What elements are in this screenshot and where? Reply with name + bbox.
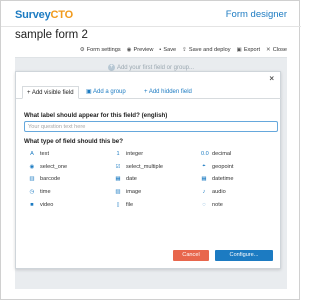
field-type-label: file [126, 201, 134, 208]
field-type-select-one[interactable]: ◉ select_one [24, 161, 110, 174]
field-type-label: audio [212, 189, 226, 196]
date-icon: ▦ [115, 176, 121, 183]
upload-icon: ⇪ [182, 47, 187, 53]
form-settings-button[interactable]: ⚙ Form settings [80, 45, 121, 55]
toolbar-label: Preview [133, 47, 154, 53]
field-type-label: time [40, 189, 51, 196]
question-label: What label should appear for this field?… [24, 112, 168, 119]
tab-add-group[interactable]: ▣ Add a group [82, 86, 130, 99]
integer-icon: 1 [116, 151, 120, 158]
field-type-label: date [126, 176, 137, 183]
field-type-label: video [40, 201, 54, 208]
audio-icon: ♪ [202, 189, 206, 196]
field-type-integer[interactable]: 1 integer [110, 148, 196, 161]
preview-button[interactable]: ◉ Preview [127, 45, 154, 55]
save-button[interactable]: ▪ Save [159, 45, 176, 55]
save-and-deploy-button[interactable]: ⇪ Save and deploy [182, 45, 230, 55]
field-type-label: select_one [40, 163, 68, 170]
toolbar-label: Save and deploy [188, 47, 231, 53]
question-text-input[interactable] [24, 121, 278, 132]
text-icon: A [30, 151, 34, 158]
decimal-icon: 0.0 [201, 151, 209, 158]
field-type-datetime[interactable]: ▦ datetime [196, 173, 274, 186]
field-type-label: geopoint [212, 163, 234, 170]
app-window: SurveyCTO Form designer sample form 2 ⚙ F… [0, 0, 301, 300]
time-icon: ◷ [29, 189, 35, 196]
datetime-icon: ▦ [201, 176, 207, 183]
field-type-label: note [212, 201, 223, 208]
close-button[interactable]: ✕ Close [266, 45, 287, 55]
toolbar-label: Close [272, 47, 287, 53]
field-type-label: decimal [212, 151, 232, 158]
field-type-label: image [126, 189, 142, 196]
close-icon: ✕ [266, 47, 271, 53]
form-name: sample form 2 [15, 29, 88, 41]
toolbar-label: Save [163, 47, 177, 53]
toolbar-label: Export [243, 47, 260, 53]
configure-button[interactable]: Configure... [215, 250, 273, 261]
field-type-audio[interactable]: ♪ audio [196, 186, 274, 199]
tab-add-hidden-field[interactable]: + Add hidden field [140, 86, 196, 99]
field-type-label: barcode [40, 176, 61, 183]
barcode-icon: ▥ [29, 176, 35, 183]
field-type-note[interactable]: ◌ note [196, 198, 274, 211]
eye-icon: ◉ [126, 47, 132, 53]
field-type-text[interactable]: Atext [24, 148, 110, 161]
close-icon[interactable]: × [269, 74, 274, 83]
field-type-file[interactable]: ▯ file [110, 198, 196, 211]
export-button[interactable]: ▣ Export [237, 45, 260, 55]
note-icon: ◌ [202, 201, 206, 208]
field-type-barcode[interactable]: ▥ barcode [24, 173, 110, 186]
field-type-label: integer [126, 151, 144, 158]
tab-bar: + Add visible field ▣ Add a group + Add … [16, 86, 282, 99]
file-icon: ▯ [116, 201, 120, 208]
field-type-image[interactable]: ▨ image [110, 186, 196, 199]
field-type-select-multiple[interactable]: ☑ select_multiple [110, 161, 196, 174]
select-multiple-icon: ☑ [115, 163, 121, 170]
app-title: Form designer [225, 9, 287, 20]
gear-icon: ⚙ [79, 47, 85, 53]
select-one-icon: ◉ [29, 163, 35, 170]
geopoint-icon: ⌖ [202, 163, 206, 170]
field-type-decimal[interactable]: 0.0 decimal [196, 148, 274, 161]
field-type-video[interactable]: ■ video [24, 198, 110, 211]
save-icon: ▪ [159, 47, 162, 53]
add-field-dialog: × + Add visible field ▣ Add a group + Ad… [15, 71, 282, 269]
field-type-grid: Atext 1 integer 0.0 decimal ◉ select_one ☑ selec… [24, 148, 274, 211]
image-icon: ▨ [115, 189, 121, 196]
export-icon: ▣ [236, 47, 242, 53]
add-circle-icon: + [107, 64, 115, 71]
field-type-label: text [40, 151, 50, 158]
toolbar: ⚙ Form settings ◉ Preview ▪ Save ⇪ Save and dep… [1, 45, 301, 55]
field-type-date[interactable]: ▦ date [110, 173, 196, 186]
tab-add-visible-field[interactable]: + Add visible field [22, 86, 79, 99]
video-icon: ■ [30, 201, 34, 208]
field-type-geopoint[interactable]: ⌖ geopoint [196, 161, 274, 174]
field-type-label: datetime [212, 176, 234, 183]
square-plus-icon: ▣ [86, 89, 92, 95]
toolbar-label: Form settings [86, 47, 121, 53]
field-type-time[interactable]: ◷ time [24, 186, 110, 199]
header-bar: SurveyCTO Form designer [1, 1, 301, 27]
field-type-label: select_multiple [126, 163, 163, 170]
cancel-button[interactable]: Cancel [173, 250, 209, 261]
field-type-label: What type of field should this be? [24, 138, 123, 145]
logo: SurveyCTO [15, 9, 73, 21]
